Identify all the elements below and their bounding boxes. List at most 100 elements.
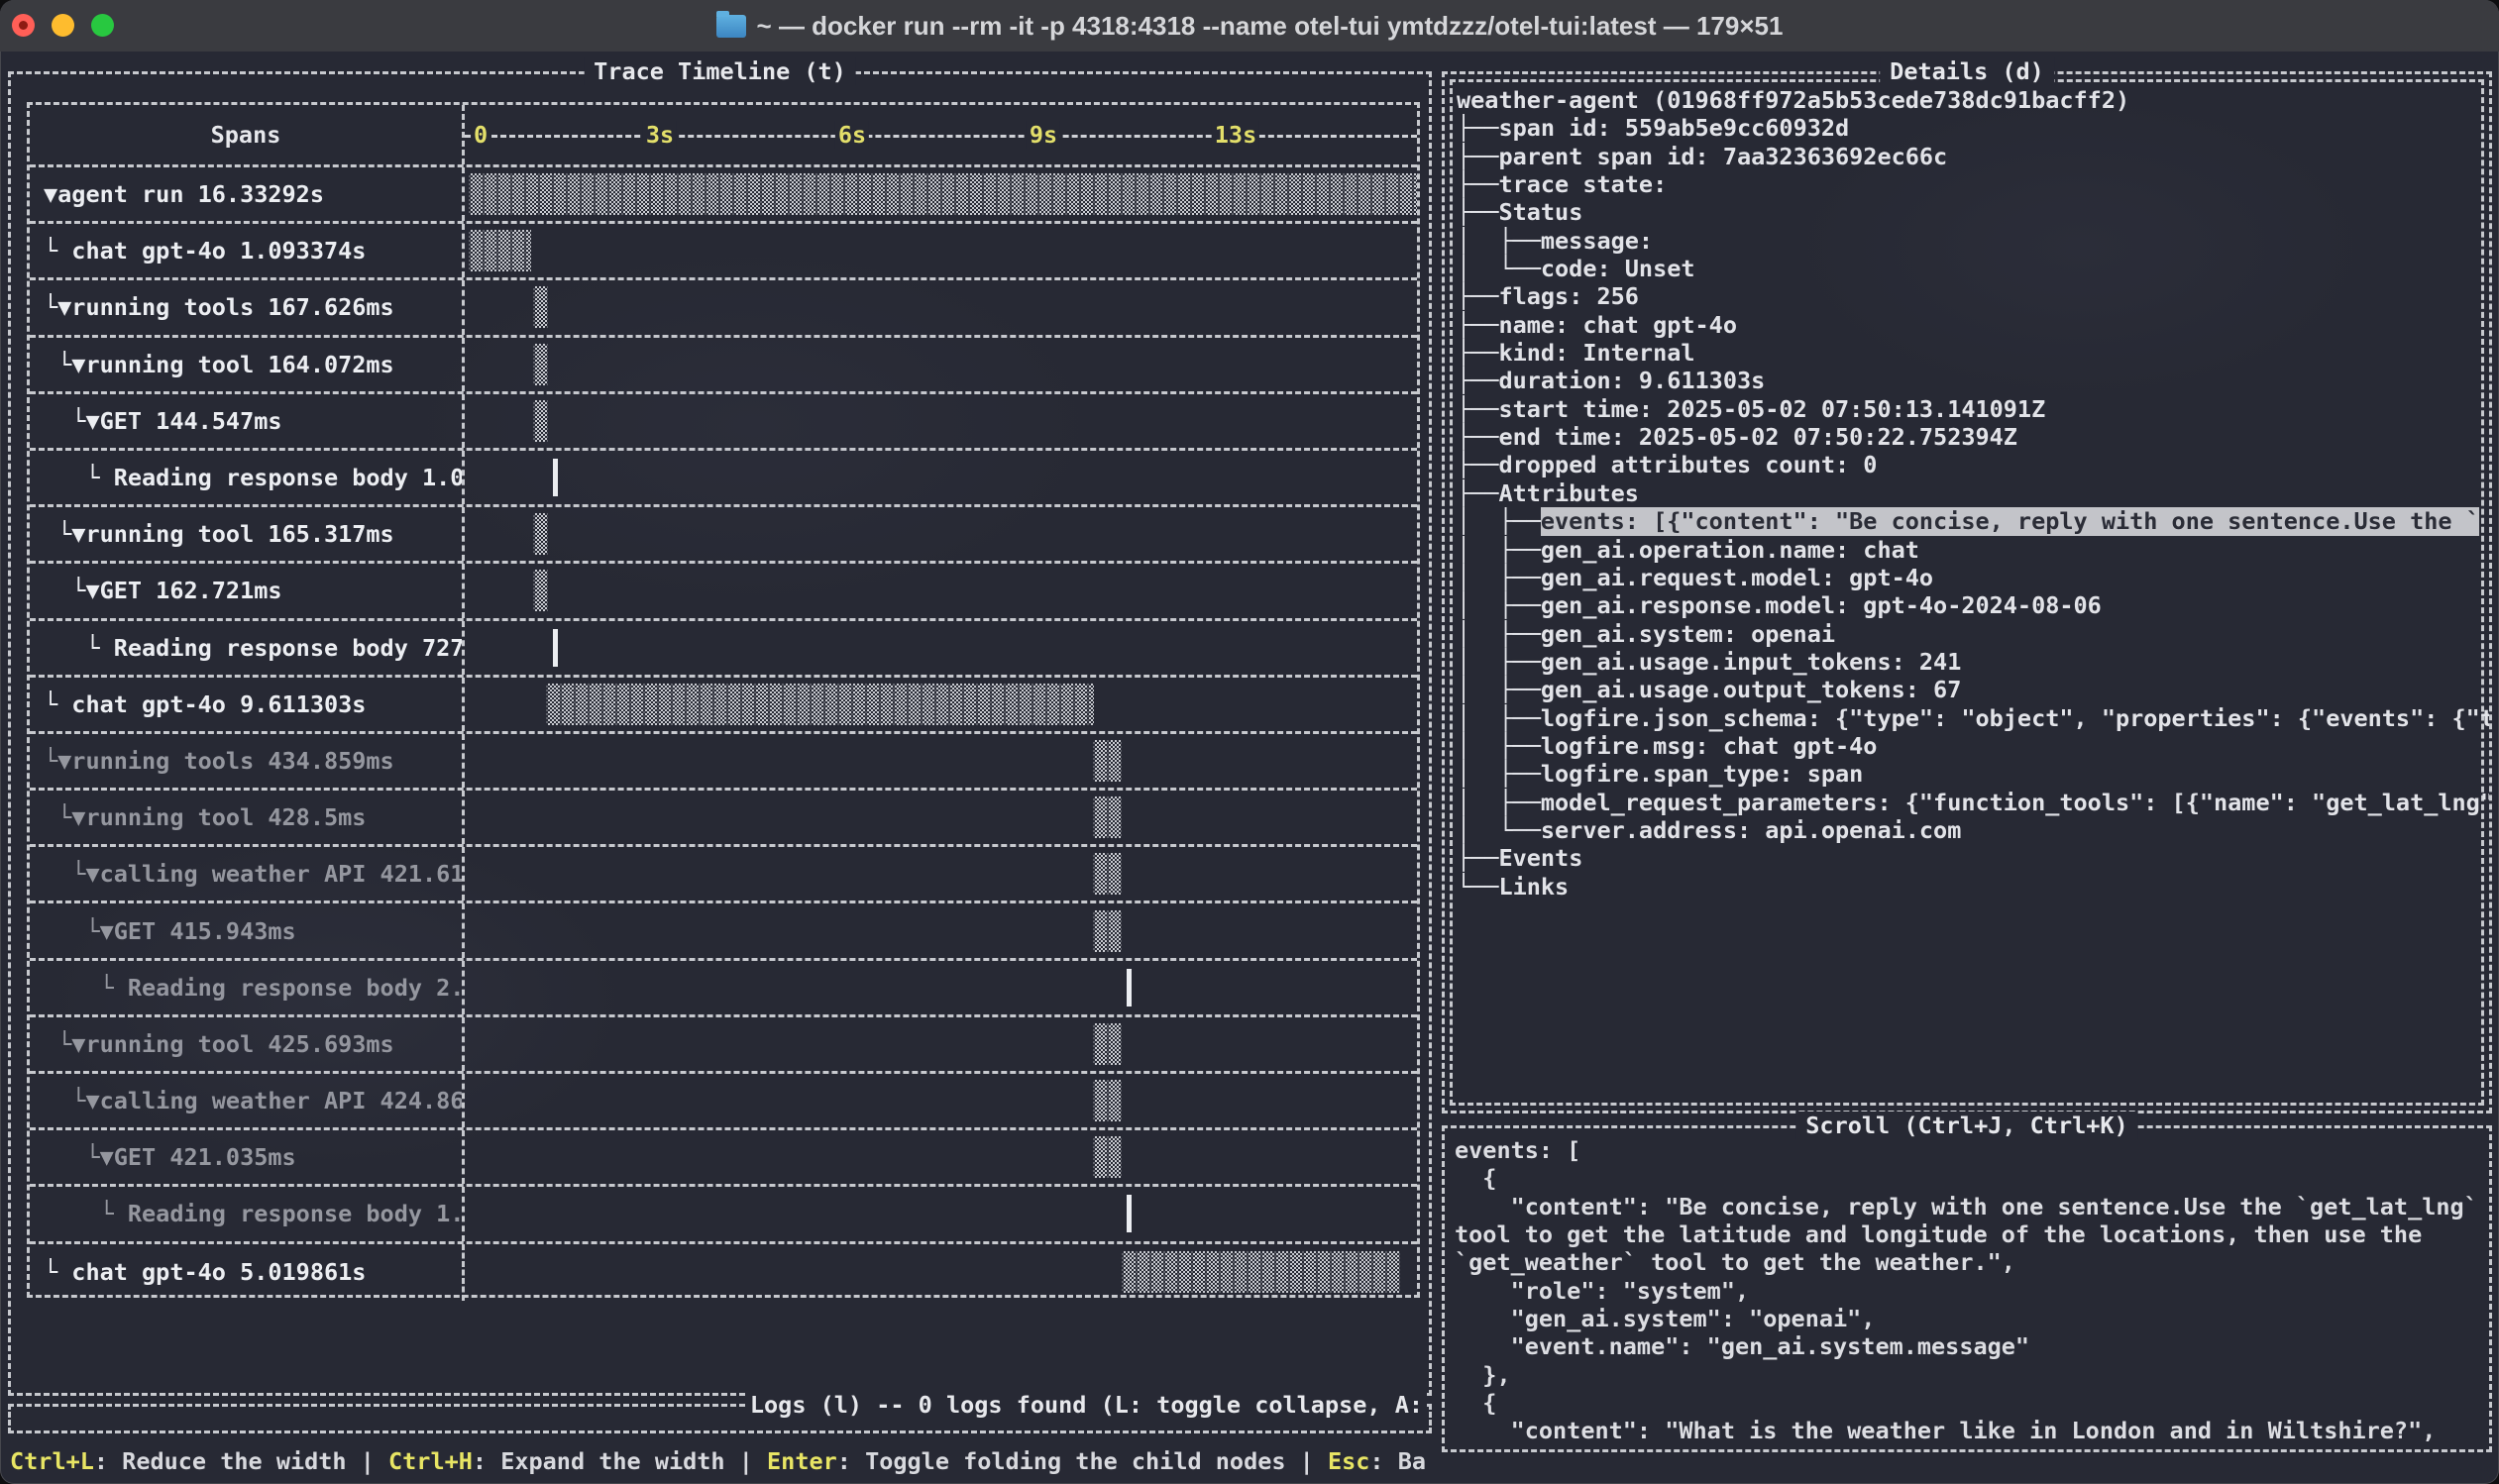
span-row[interactable]: └▼running tool 425.693ms [30,1017,1417,1074]
details-line-selected[interactable]: │ ├──events: [{"content": "Be concise, r… [1457,507,2489,535]
details-line[interactable]: │ ├──gen_ai.usage.output_tokens: 67 [1457,676,2489,703]
span-row[interactable]: └ chat gpt-4o 5.019861s [30,1244,1417,1301]
tree-branch-glyph: ├── [1457,339,1498,367]
details-line-text: events: [{"content": "Be concise, reply … [1541,507,2479,535]
details-line[interactable]: │ ├──gen_ai.request.model: gpt-4o [1457,564,2489,591]
span-row[interactable]: └▼GET 421.035ms [30,1130,1417,1187]
span-label: └▼calling weather API 421.61 [30,847,462,901]
span-label: └▼calling weather API 424.86 [30,1074,462,1127]
statusbar-key: Ctrl+L [10,1447,94,1475]
details-line[interactable]: │ ├──logfire.span_type: span [1457,760,2489,788]
span-label: └▼GET 421.035ms [30,1130,462,1184]
span-row[interactable]: └ chat gpt-4o 1.093374s [30,224,1417,280]
span-duration-bar [1093,853,1122,895]
span-row[interactable]: └▼running tool 164.072ms [30,338,1417,394]
span-row[interactable]: └▼running tools 434.859ms [30,734,1417,791]
span-duration-bar [1127,969,1132,1007]
span-duration-bar [533,286,548,328]
span-label: └▼GET 162.721ms [30,564,462,617]
tree-branch-glyph: │ ├── [1457,704,1541,732]
spans-column-header: Spans [30,105,462,164]
span-label: └▼running tool 428.5ms [30,791,462,844]
span-row[interactable]: └▼GET 162.721ms [30,564,1417,620]
span-row[interactable]: └▼running tool 165.317ms [30,507,1417,564]
details-line[interactable]: weather-agent (01968ff972a5b53cede738dc9… [1457,86,2489,114]
span-row[interactable]: └ Reading response body 1. [30,1187,1417,1243]
close-button-icon[interactable] [12,14,35,37]
span-timeline-cell [462,1017,1417,1071]
details-line[interactable]: ├──Events [1457,844,2489,872]
span-row[interactable]: └▼calling weather API 421.61 [30,847,1417,903]
details-panel: Details (d) weather-agent (01968ff972a5b… [1442,71,2492,1113]
span-label: ▼agent run 16.33292s [30,167,462,221]
span-duration-bar [546,684,1094,725]
tree-branch-glyph: │ ├── [1457,676,1541,703]
span-row[interactable]: └▼running tool 428.5ms [30,791,1417,847]
span-timeline-cell [462,847,1417,901]
span-row[interactable]: ▼agent run 16.33292s [30,167,1417,224]
details-line[interactable]: ├──dropped attributes count: 0 [1457,451,2489,478]
details-line[interactable]: ├──span id: 559ab5e9cc60932d [1457,114,2489,142]
details-line[interactable]: ├──kind: Internal [1457,339,2489,367]
details-line[interactable]: ├──flags: 256 [1457,282,2489,310]
details-line[interactable]: ├──duration: 9.611303s [1457,367,2489,394]
span-label: └▼running tool 425.693ms [30,1017,462,1071]
span-row[interactable]: └▼GET 144.547ms [30,394,1417,451]
details-line[interactable]: ├──Attributes [1457,479,2489,507]
tree-branch-glyph: │ └── [1457,255,1541,282]
span-timeline-cell [462,451,1417,504]
details-line[interactable]: │ ├──gen_ai.operation.name: chat [1457,536,2489,564]
details-line[interactable]: │ ├──gen_ai.response.model: gpt-4o-2024-… [1457,591,2489,619]
span-row[interactable]: └ chat gpt-4o 9.611303s [30,678,1417,734]
span-duration-bar [469,230,531,271]
details-line[interactable]: │ └──server.address: api.openai.com [1457,816,2489,844]
details-line-text: span id: 559ab5e9cc60932d [1498,114,1849,142]
trace-table-header: Spans 03s6s9s13s [30,105,1417,167]
details-line[interactable]: │ ├──model_request_parameters: {"functio… [1457,789,2489,816]
details-line[interactable]: │ └──code: Unset [1457,255,2489,282]
span-label: └ chat gpt-4o 5.019861s [30,1244,462,1301]
details-line[interactable]: ├──name: chat gpt-4o [1457,311,2489,339]
details-line[interactable]: │ ├──gen_ai.system: openai [1457,620,2489,648]
minimize-button-icon[interactable] [52,14,74,37]
span-duration-bar [553,629,558,667]
span-timeline-cell [462,280,1417,334]
details-line[interactable]: │ ├──gen_ai.usage.input_tokens: 241 [1457,648,2489,676]
scroll-line: "content": "What is the weather like in … [1455,1417,2489,1444]
details-line[interactable]: ├──end time: 2025-05-02 07:50:22.752394Z [1457,423,2489,451]
span-timeline-cell [462,507,1417,561]
span-row[interactable]: └▼GET 415.943ms [30,903,1417,960]
details-line-text: model_request_parameters: {"function_too… [1541,789,2489,816]
details-line[interactable]: ├──trace state: [1457,170,2489,198]
span-row[interactable]: └ Reading response body 2. [30,961,1417,1017]
tree-branch-glyph: └── [1457,873,1498,901]
tree-branch-glyph: │ ├── [1457,789,1541,816]
span-row[interactable]: └ Reading response body 727 [30,621,1417,678]
span-timeline-cell [462,678,1417,731]
span-duration-bar [469,173,1417,215]
span-row[interactable]: └▼calling weather API 424.86 [30,1074,1417,1130]
span-timeline-cell [462,338,1417,391]
details-line[interactable]: ├──Status [1457,198,2489,226]
details-line[interactable]: └──Links [1457,873,2489,901]
span-label: └▼running tool 164.072ms [30,338,462,391]
statusbar-key: Ctrl+H [388,1447,473,1475]
details-line[interactable]: ├──start time: 2025-05-02 07:50:13.14109… [1457,395,2489,423]
details-line[interactable]: │ ├──message: [1457,227,2489,255]
span-timeline-cell [462,1187,1417,1240]
tree-branch-glyph: │ └── [1457,816,1541,844]
details-line-text: code: Unset [1541,255,1695,282]
details-line[interactable]: ├──parent span id: 7aa32363692ec66c [1457,143,2489,170]
details-line-text: logfire.json_schema: {"type": "object", … [1541,704,2489,732]
details-line[interactable]: │ ├──logfire.msg: chat gpt-4o [1457,732,2489,760]
details-line[interactable]: │ ├──logfire.json_schema: {"type": "obje… [1457,704,2489,732]
scroll-content[interactable]: events: [ { "content": "Be concise, repl… [1445,1128,2489,1449]
trace-table: Spans 03s6s9s13s ▼agent run 16.33292s└ c… [27,102,1420,1298]
span-row[interactable]: └ Reading response body 1.0 [30,451,1417,507]
span-row[interactable]: └▼running tools 167.626ms [30,280,1417,337]
details-tree[interactable]: weather-agent (01968ff972a5b53cede738dc9… [1445,74,2489,1111]
tree-branch-glyph: ├── [1457,114,1498,142]
scroll-line: "event.name": "gen_ai.system.message" [1455,1332,2489,1360]
tree-branch-glyph: │ ├── [1457,536,1541,564]
zoom-button-icon[interactable] [91,14,114,37]
